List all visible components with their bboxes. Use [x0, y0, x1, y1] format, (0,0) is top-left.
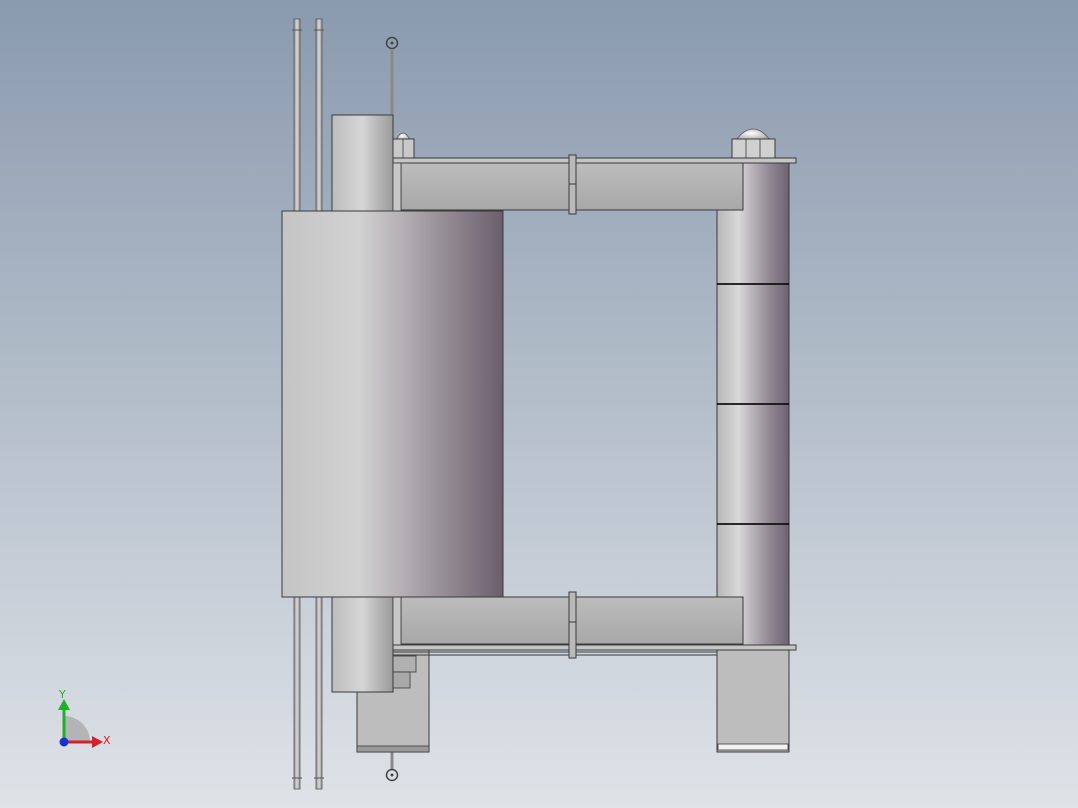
graphics-viewport[interactable]: X Y	[0, 0, 1078, 808]
z-axis-dot	[59, 737, 69, 747]
main-coil-cylinder	[281, 210, 504, 598]
bottom-yoke	[392, 591, 797, 659]
right-foot-bracket	[716, 649, 790, 753]
viewport-background	[0, 0, 1078, 808]
right-core-leg	[716, 159, 790, 651]
3d-model-view[interactable]: X Y	[0, 0, 1078, 808]
small-cylinder-bottom	[331, 594, 394, 693]
top-yoke	[392, 154, 797, 215]
small-cylinder-top	[331, 114, 394, 216]
x-axis-label: X	[103, 734, 111, 747]
y-axis-label: Y	[58, 688, 66, 701]
